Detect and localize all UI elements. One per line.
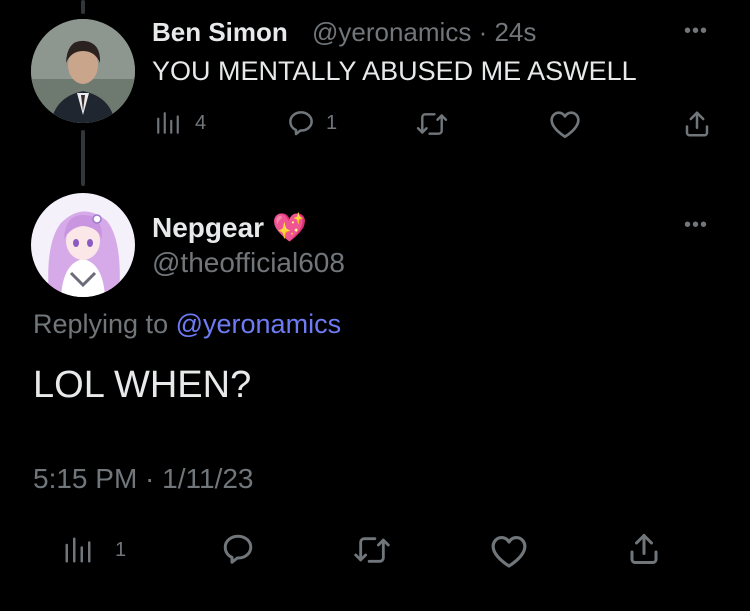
main-retweet-action[interactable] [352, 533, 392, 567]
main-tweet-text: LOL WHEN? [33, 364, 252, 406]
share-icon [630, 534, 658, 564]
reply-replies-count: 1 [326, 111, 338, 134]
ben-simon-avatar[interactable] [31, 19, 135, 123]
main-author-name[interactable]: Nepgear 💖 [152, 211, 307, 244]
thread-line-bottom [81, 130, 85, 186]
reply-reply-action[interactable]: 1 [286, 108, 337, 138]
reply-views-action[interactable]: 4 [155, 110, 206, 136]
replying-to-handle-link[interactable]: @yeronamics [176, 309, 341, 339]
main-like-action[interactable] [490, 533, 528, 569]
reply-more-icon[interactable]: ••• [684, 20, 708, 43]
main-reply-action[interactable] [220, 531, 256, 567]
like-icon [550, 111, 580, 138]
sparkling-heart-icon: 💖 [272, 212, 307, 243]
main-views-count: 1 [115, 538, 127, 561]
meta-separator: · [478, 17, 488, 47]
share-icon [685, 111, 709, 137]
replying-to-prefix: Replying to [33, 309, 169, 339]
reply-views-count: 4 [195, 111, 207, 134]
thread-line-top [81, 0, 85, 14]
reply-author-handle[interactable]: @yeronamics [312, 17, 471, 47]
reply-like-action[interactable] [549, 109, 581, 139]
reply-author-name[interactable]: Ben Simon [152, 17, 288, 48]
main-timestamp[interactable]: 5:15 PM · 1/11/23 [33, 463, 254, 495]
views-icon [65, 537, 91, 563]
views-icon [157, 112, 179, 134]
main-author-name-text: Nepgear [152, 211, 265, 243]
main-views-action[interactable]: 1 [63, 535, 126, 565]
reply-icon [289, 111, 313, 136]
nepgear-avatar[interactable] [31, 193, 135, 297]
retweet-icon [416, 113, 448, 135]
main-author-handle[interactable]: @theofficial608 [152, 247, 345, 279]
reply-meta: @yeronamics · 24s [312, 17, 536, 48]
reply-time-ago[interactable]: 24s [494, 17, 536, 47]
main-share-action[interactable] [626, 531, 662, 567]
reply-icon [223, 534, 253, 564]
replying-to-line: Replying to @yeronamics [33, 309, 341, 340]
main-more-icon[interactable]: ••• [684, 214, 708, 237]
like-icon [491, 535, 527, 568]
retweet-icon [354, 537, 390, 563]
reply-retweet-action[interactable] [415, 109, 449, 139]
reply-text: YOU MENTALLY ABUSED ME ASWELL [152, 56, 637, 86]
reply-share-action[interactable] [682, 109, 712, 139]
